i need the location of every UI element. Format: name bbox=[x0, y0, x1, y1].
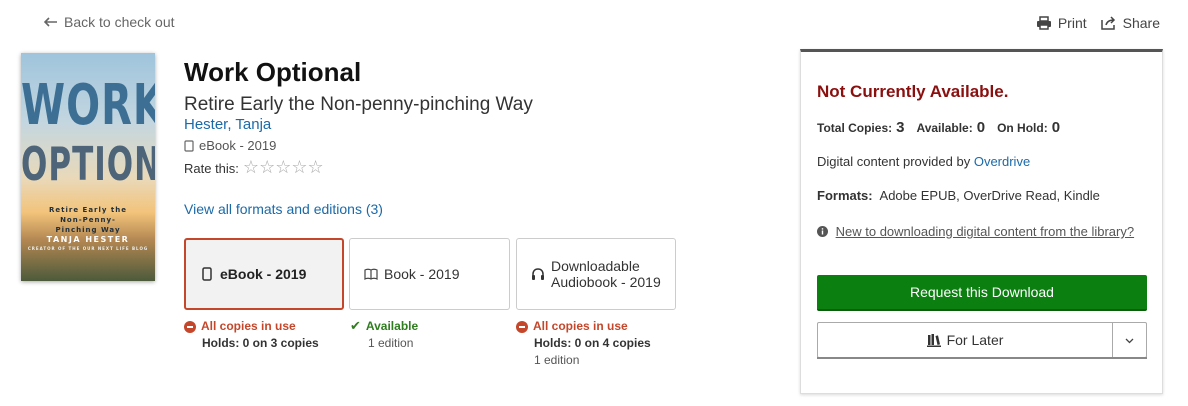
for-later-label: For Later bbox=[946, 332, 1004, 348]
for-later-underline bbox=[817, 357, 1147, 359]
print-button[interactable]: Print bbox=[1036, 15, 1087, 31]
formats-value: Adobe EPUB, OverDrive Read, Kindle bbox=[879, 188, 1100, 203]
format-year: eBook - 2019 bbox=[184, 138, 276, 153]
digital-provider: Digital content provided by Overdrive bbox=[817, 154, 1030, 169]
overdrive-link[interactable]: Overdrive bbox=[974, 154, 1030, 169]
rating-row: Rate this: ☆ ☆ ☆ ☆ ☆ bbox=[184, 159, 324, 177]
format-card-audiobook[interactable]: Downloadable Audiobook - 2019 bbox=[516, 238, 676, 310]
on-hold-label: On Hold: bbox=[997, 121, 1048, 135]
star-3[interactable]: ☆ bbox=[275, 159, 291, 177]
shelf-icon bbox=[926, 334, 941, 347]
cover-author: TANJA HESTER bbox=[46, 235, 130, 244]
total-copies-value: 3 bbox=[896, 119, 905, 136]
arrow-left-icon bbox=[44, 17, 57, 27]
star-2[interactable]: ☆ bbox=[259, 159, 275, 177]
total-copies-label: Total Copies: bbox=[817, 121, 893, 135]
format-card-label-line1: Downloadable bbox=[551, 258, 640, 274]
formats-label: Formats: bbox=[817, 188, 873, 203]
editions-text: 1 edition bbox=[534, 353, 580, 367]
format-year-label: eBook - 2019 bbox=[199, 138, 277, 153]
star-1[interactable]: ☆ bbox=[243, 159, 259, 177]
print-label: Print bbox=[1057, 15, 1087, 31]
format-card-label: Downloadable Audiobook - 2019 bbox=[551, 258, 661, 290]
cover-title-line1: WORK bbox=[21, 73, 155, 139]
info-icon bbox=[817, 226, 828, 237]
status-text: All copies in use bbox=[533, 319, 628, 333]
headphones-icon bbox=[532, 268, 544, 280]
format-status-audiobook: All copies in use Holds: 0 on 4 copies 1… bbox=[516, 318, 651, 369]
format-card-label: Book - 2019 bbox=[384, 266, 460, 282]
back-to-checkout-link[interactable]: Back to check out bbox=[44, 14, 175, 30]
editions-text: 1 edition bbox=[368, 336, 414, 350]
star-4[interactable]: ☆ bbox=[291, 159, 307, 177]
cover-title-line2: OPTIONAL bbox=[21, 138, 155, 192]
unavailable-icon bbox=[516, 320, 528, 333]
cover-tagline: Retire Early the Non-Penny-Pinching Way bbox=[49, 206, 127, 234]
view-all-formats-link[interactable]: View all formats and editions (3) bbox=[184, 201, 383, 217]
holds-text: Holds: 0 on 4 copies bbox=[534, 336, 651, 350]
book-cover[interactable]: WORK OPTIONAL Retire Early the Non-Penny… bbox=[21, 53, 155, 281]
share-button[interactable]: Share bbox=[1100, 15, 1160, 31]
status-text: All copies in use bbox=[201, 319, 296, 333]
for-later-control: For Later bbox=[817, 322, 1147, 358]
digital-prefix: Digital content provided by bbox=[817, 154, 971, 169]
star-rating[interactable]: ☆ ☆ ☆ ☆ ☆ bbox=[243, 159, 324, 177]
chevron-down-icon bbox=[1125, 338, 1134, 343]
book-icon bbox=[364, 268, 378, 280]
printer-icon bbox=[1036, 16, 1051, 30]
format-card-label-line2: Audiobook - 2019 bbox=[551, 274, 661, 290]
copies-summary: Total Copies: 3 Available: 0 On Hold: 0 bbox=[817, 119, 1068, 136]
share-icon bbox=[1100, 16, 1115, 30]
ebook-icon bbox=[202, 267, 212, 281]
availability-panel: Not Currently Available. Total Copies: 3… bbox=[800, 49, 1163, 394]
available-value: 0 bbox=[976, 119, 986, 136]
on-hold-value: 0 bbox=[1051, 119, 1061, 136]
back-label: Back to check out bbox=[64, 14, 175, 30]
ebook-icon bbox=[184, 139, 194, 152]
book-title: Work Optional bbox=[184, 57, 362, 87]
status-text: Available bbox=[365, 319, 419, 333]
format-status-book: ✔ Available 1 edition bbox=[350, 318, 418, 352]
star-5[interactable]: ☆ bbox=[307, 159, 323, 177]
for-later-dropdown[interactable] bbox=[1112, 323, 1146, 357]
holds-text: Holds: 0 on 3 copies bbox=[202, 336, 319, 350]
top-actions: Print Share bbox=[1036, 15, 1160, 31]
format-card-label: eBook - 2019 bbox=[220, 266, 307, 282]
check-icon: ✔ bbox=[350, 319, 361, 334]
format-card-ebook[interactable]: eBook - 2019 bbox=[184, 238, 344, 310]
unavailable-icon bbox=[184, 320, 196, 333]
author-link[interactable]: Hester, Tanja bbox=[184, 116, 271, 133]
availability-status: Not Currently Available. bbox=[817, 82, 1009, 101]
request-download-button[interactable]: Request this Download bbox=[817, 275, 1147, 311]
for-later-button[interactable]: For Later bbox=[818, 323, 1112, 357]
help-link[interactable]: New to downloading digital content from … bbox=[817, 222, 1137, 242]
format-card-book[interactable]: Book - 2019 bbox=[349, 238, 510, 310]
help-link-text: New to downloading digital content from … bbox=[835, 224, 1135, 239]
rate-label: Rate this: bbox=[184, 160, 239, 176]
available-label: Available: bbox=[916, 121, 973, 135]
share-label: Share bbox=[1122, 15, 1160, 31]
digital-formats: Formats: Adobe EPUB, OverDrive Read, Kin… bbox=[817, 188, 1100, 203]
book-subtitle: Retire Early the Non-penny-pinching Way bbox=[184, 94, 533, 115]
cover-credit: CREATOR OF THE OUR NEXT LIFE BLOG bbox=[27, 246, 149, 251]
format-status-ebook: All copies in use Holds: 0 on 3 copies bbox=[184, 318, 319, 352]
